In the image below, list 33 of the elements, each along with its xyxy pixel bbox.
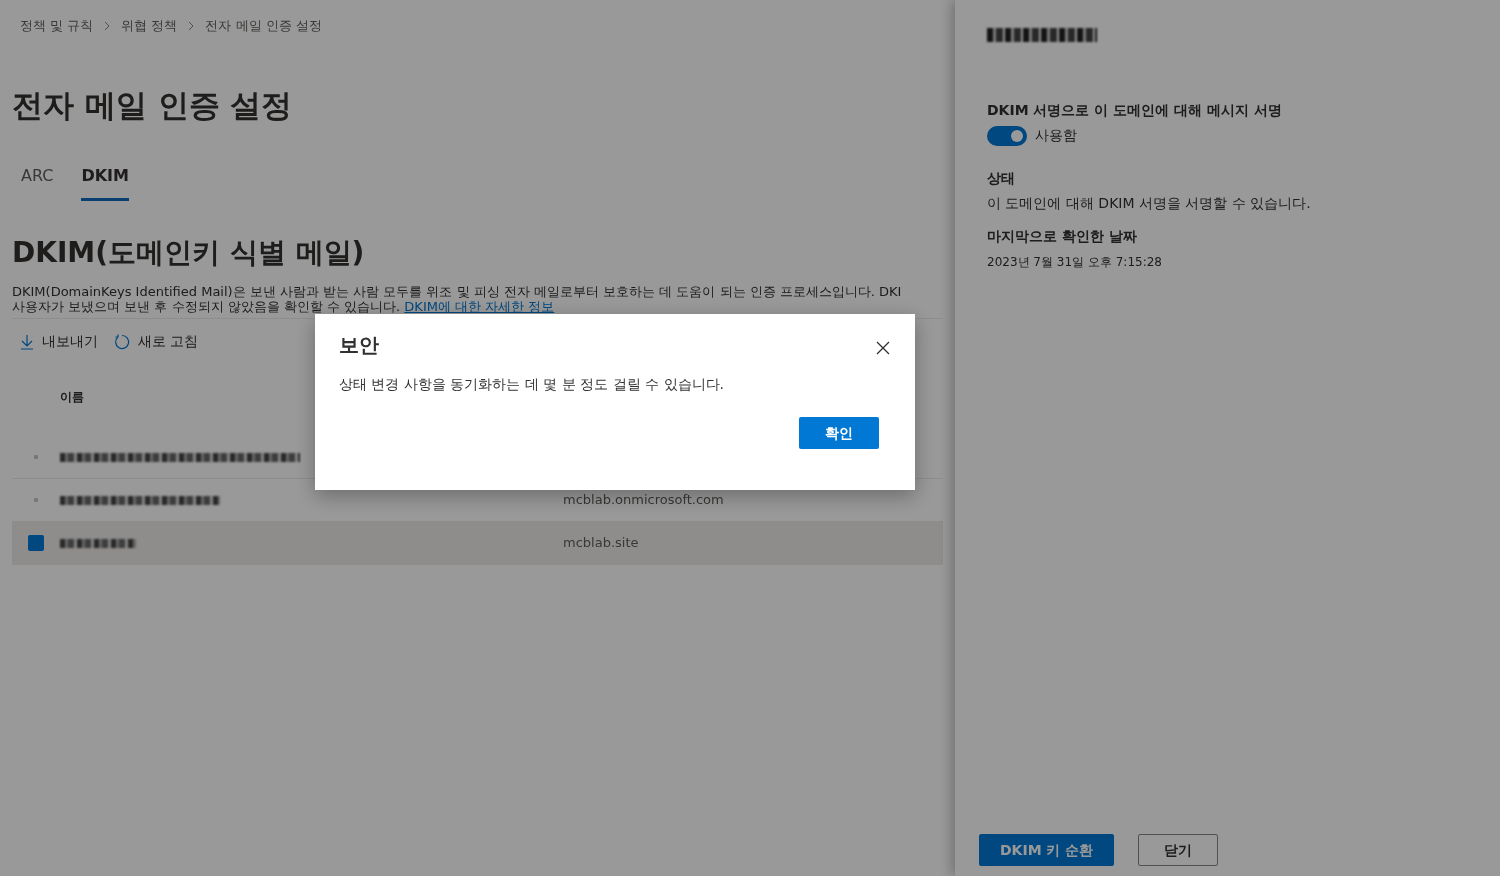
table-cell-text: mcblab.onmicrosoft.com [563, 491, 725, 510]
date-heading: 마지막으로 확인한 날짜 [987, 227, 1138, 246]
row-checkbox[interactable] [34, 455, 38, 459]
breadcrumb-link[interactable]: 위협 정책 [121, 16, 178, 36]
close-button[interactable]: 닫기 [1138, 834, 1219, 866]
refresh-icon [114, 333, 130, 350]
download-icon [20, 333, 34, 350]
dialog-message: 상태 변경 사항을 동기화하는 데 몇 분 정도 걸릴 수 있습니다. [339, 375, 725, 394]
description-text: DKIM(DomainKeys Identified Mail)은 보낸 사람과 받는 사람 모두를 위조 및 피싱 전자 메일로부터 보호하는 데 도움이 되는 인증 프로세스입니다. DKI [12, 284, 903, 299]
column-header: 이름 [60, 390, 84, 404]
toggle-label: 사용함 [1035, 126, 1077, 145]
tab[interactable]: ARC [21, 164, 54, 201]
status-heading: 상태 [987, 169, 1016, 188]
description-text: 사용자가 보냈으며 보낸 후 수정되지 않았음을 확인할 수 있습니다. [12, 299, 401, 314]
dialog-title: 보안 [339, 332, 379, 359]
breadcrumb-link[interactable]: 정책 및 규칙 [20, 16, 94, 36]
learn-more-link[interactable]: DKIM에 대한 자세한 정보 [404, 299, 555, 314]
breadcrumb-link[interactable]: 전자 메일 인증 설정 [205, 16, 322, 36]
ok-button[interactable]: 확인 [799, 417, 879, 449]
date-value: 2023년 7월 31일 오후 7:15:28 [987, 254, 1163, 271]
tab[interactable]: DKIM [81, 164, 129, 201]
rotate-key-button[interactable]: DKIM 키 순환 [979, 834, 1115, 866]
status-text: 이 도메인에 대해 DKIM 서명을 서명할 수 있습니다. [987, 194, 1312, 213]
refresh-button[interactable]: 새로 고침 [114, 331, 199, 352]
download-button[interactable]: 내보내기 [20, 331, 98, 352]
row-checkbox[interactable] [28, 535, 44, 551]
toggle-switch[interactable] [987, 125, 1027, 146]
setting-label: DKIM 서명으로 이 도메인에 대해 메시지 서명 [987, 101, 1283, 120]
selected-row[interactable]: mcblab.site [12, 522, 943, 565]
page-title: 전자 메일 인증 설정 [12, 85, 294, 125]
section-title: DKIM(도메인키 식별 메일) [12, 235, 366, 271]
row-checkbox[interactable] [34, 498, 38, 502]
table-cell-text: mcblab.site [563, 534, 640, 553]
